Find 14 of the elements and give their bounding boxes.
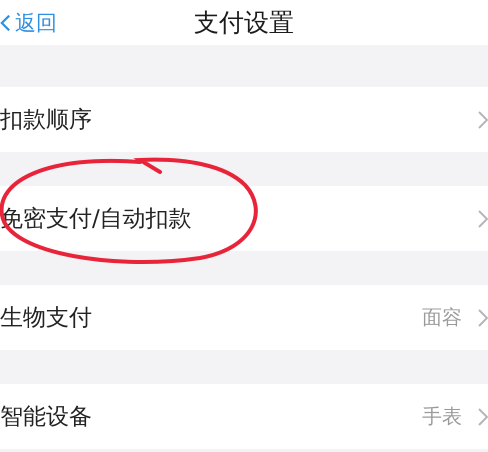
row-value: 面容	[422, 304, 462, 331]
chevron-icon	[478, 208, 488, 228]
row-label: 智能设备	[0, 403, 92, 432]
row-value: 手表	[422, 403, 462, 430]
settings-row[interactable]: 扣款顺序	[0, 87, 488, 152]
settings-row[interactable]: 智能设备 手表	[0, 384, 488, 449]
row-label: 生物支付	[0, 304, 92, 333]
chevron-icon	[478, 406, 488, 426]
settings-row[interactable]: 生物支付 面容	[0, 285, 488, 350]
row-label: 扣款顺序	[0, 106, 92, 135]
chevron-icon	[478, 308, 488, 328]
chevron-icon	[478, 110, 488, 130]
back-chevron-icon	[0, 12, 11, 32]
page-title: 支付设置	[194, 7, 294, 39]
